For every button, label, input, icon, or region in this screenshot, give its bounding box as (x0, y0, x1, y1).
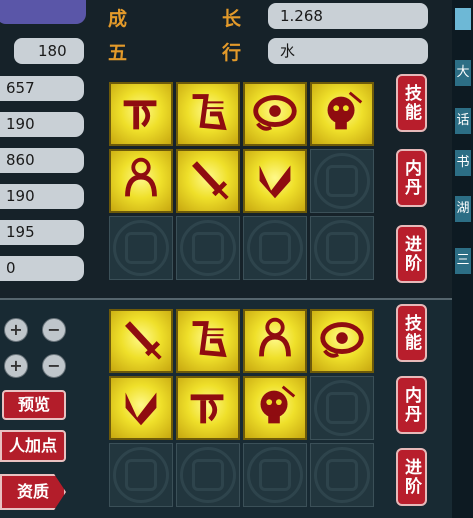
wing-icon (181, 312, 235, 370)
skill-slot[interactable] (109, 376, 173, 440)
skill-grid-bottom (109, 309, 374, 507)
stat-field: 657 (0, 76, 84, 101)
eye-icon (315, 312, 369, 370)
empty-slot-emblem-icon (314, 220, 370, 276)
plus-button[interactable]: + (4, 318, 28, 342)
empty-slot-emblem-icon (314, 153, 370, 209)
core-tab-button[interactable]: 内丹 (396, 149, 427, 207)
skill-slot[interactable] (176, 149, 240, 213)
element-value: 水 (268, 38, 428, 64)
stat-field: 860 (0, 148, 84, 173)
stat-field: 190 (0, 112, 84, 137)
bow-icon (181, 379, 235, 437)
empty-skill-slot (243, 443, 307, 507)
empty-slot-emblem-icon (247, 220, 303, 276)
empty-skill-slot (310, 443, 374, 507)
preview-button[interactable]: 预览 (2, 390, 66, 420)
sword-icon (181, 152, 235, 210)
strip-char: 大 (455, 60, 471, 86)
stat-field: 195 (0, 220, 84, 245)
advance-tab-button-2[interactable]: 进阶 (396, 448, 427, 506)
empty-slot-emblem-icon (180, 447, 236, 503)
sword-icon (114, 312, 168, 370)
bow-icon (114, 85, 168, 143)
skill-slot[interactable] (176, 309, 240, 373)
portrait-stub (0, 0, 86, 24)
wing-icon (181, 85, 235, 143)
empty-slot-emblem-icon (314, 380, 370, 436)
aptitude-button[interactable]: 资质 (0, 474, 66, 510)
strip-char: 话 (455, 108, 471, 134)
skill-slot[interactable] (243, 149, 307, 213)
monk-icon (248, 312, 302, 370)
empty-skill-slot (109, 443, 173, 507)
skill-slot[interactable] (243, 82, 307, 146)
level-field: 180 (14, 38, 84, 64)
element-label-1: 五 (108, 42, 128, 64)
skull-icon (315, 85, 369, 143)
monk-icon (114, 152, 168, 210)
element-label-2: 行 (222, 42, 242, 64)
add-points-button[interactable]: 人加点 (0, 430, 66, 462)
skill-grid-top (109, 82, 374, 280)
stat-field: 190 (0, 184, 84, 209)
empty-skill-slot (310, 216, 374, 280)
empty-slot-emblem-icon (247, 447, 303, 503)
skill-slot[interactable] (109, 82, 173, 146)
empty-skill-slot (310, 376, 374, 440)
advance-tab-button[interactable]: 进阶 (396, 225, 427, 283)
skill-slot[interactable] (310, 309, 374, 373)
skill-slot[interactable] (176, 82, 240, 146)
growth-label-1: 成 (108, 8, 128, 30)
skill-slot[interactable] (243, 376, 307, 440)
empty-skill-slot (109, 216, 173, 280)
core-tab-button-2[interactable]: 内丹 (396, 376, 427, 434)
shield-icon (114, 379, 168, 437)
strip-chip (455, 8, 471, 30)
plus-button[interactable]: + (4, 354, 28, 378)
skill-slot[interactable] (243, 309, 307, 373)
empty-slot-emblem-icon (113, 447, 169, 503)
empty-skill-slot (310, 149, 374, 213)
stat-field: 0 (0, 256, 84, 281)
growth-label-2: 长 (222, 8, 242, 30)
empty-skill-slot (176, 443, 240, 507)
shield-icon (248, 152, 302, 210)
strip-char: 书 (455, 150, 471, 176)
strip-char: 三 (455, 248, 471, 274)
skill-tab-button-2[interactable]: 技能 (396, 304, 427, 362)
empty-slot-emblem-icon (314, 447, 370, 503)
empty-slot-emblem-icon (180, 220, 236, 276)
eye-icon (248, 85, 302, 143)
empty-slot-emblem-icon (113, 220, 169, 276)
skill-slot[interactable] (176, 376, 240, 440)
strip-char: 湖 (455, 196, 471, 222)
skill-slot[interactable] (109, 149, 173, 213)
skill-slot[interactable] (310, 82, 374, 146)
empty-skill-slot (176, 216, 240, 280)
minus-button[interactable]: − (42, 318, 66, 342)
growth-value: 1.268 (268, 3, 428, 29)
minus-button[interactable]: − (42, 354, 66, 378)
skull-icon (248, 379, 302, 437)
skill-tab-button[interactable]: 技能 (396, 74, 427, 132)
empty-skill-slot (243, 216, 307, 280)
skill-slot[interactable] (109, 309, 173, 373)
